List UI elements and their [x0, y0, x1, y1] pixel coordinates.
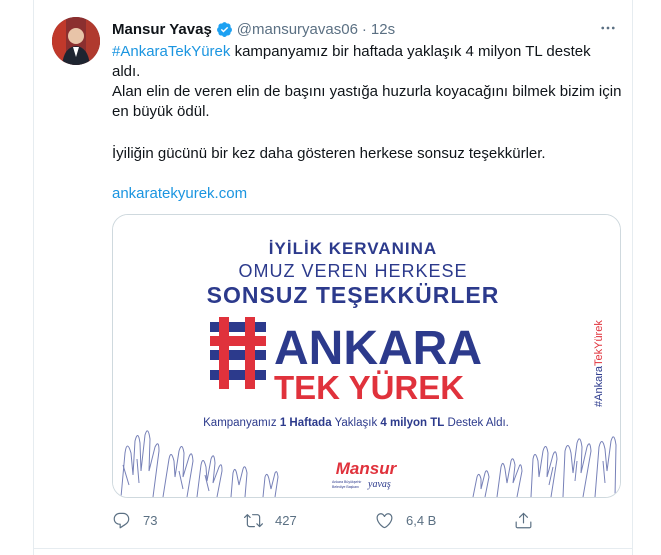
subtitle-c: Yaklaşık: [332, 417, 381, 429]
brand-tek-yurek: TEK YÜREK: [274, 369, 464, 406]
like-button[interactable]: 6,4 B: [375, 511, 436, 530]
side-hashtag: #AnkaraTekYürek: [593, 320, 605, 407]
card-subtitle: Kampanyamız 1 Haftada Yaklaşık 4 milyon …: [203, 417, 509, 429]
hashtag-link[interactable]: #AnkaraTekYürek: [112, 43, 230, 60]
share-button[interactable]: [514, 511, 533, 530]
side-hashtag-a: #Ankara: [593, 365, 605, 407]
brand-ankara: ANKARA: [274, 322, 482, 375]
subtitle-d: 4 milyon TL: [380, 417, 444, 429]
logo-small-2: Belediye Başkanı: [332, 485, 359, 489]
verified-badge-icon: [216, 21, 232, 37]
subtitle-e: Destek Aldı.: [444, 417, 509, 429]
logo-name: Mansur: [336, 459, 398, 478]
tweet-time[interactable]: 12s: [371, 21, 395, 38]
card-line-1: İYİLİK KERVANINA: [269, 239, 437, 258]
separator-dot: ·: [361, 20, 367, 38]
side-hashtag-text: #AnkaraTekYürek: [593, 320, 605, 407]
side-hashtag-b: TekYürek: [593, 320, 605, 366]
heart-icon: [376, 513, 393, 529]
subtitle-a: Kampanyamız: [203, 417, 280, 429]
media-card[interactable]: İYİLİK KERVANINA OMUZ VEREN HERKESE SONS…: [112, 214, 621, 498]
retweet-button[interactable]: 427: [244, 511, 297, 530]
subtitle-b: 1 Haftada: [280, 417, 332, 429]
tweet-url-link[interactable]: ankaratekyurek.com: [112, 184, 247, 204]
like-count: 6,4 B: [406, 513, 437, 528]
url-link-text[interactable]: ankaratekyurek.com: [112, 185, 247, 202]
author-handle[interactable]: @mansuryavas06: [237, 21, 358, 38]
tweet-actions: 73 427 6,4 B: [112, 511, 542, 533]
tweet-line-1: #AnkaraTekYürek kampanyamız bir haftada …: [112, 42, 622, 82]
tweet-paragraph-3: İyiliğin gücünü bir kez daha gösteren he…: [112, 145, 546, 162]
share-icon: [515, 512, 532, 529]
logo-small-1: Ankara Büyükşehir: [332, 480, 362, 484]
card-line-2: OMUZ VEREN HERKESE: [238, 261, 467, 281]
tweet-paragraph-2: Alan elin de veren elin de başını yastığ…: [112, 83, 622, 120]
author-name[interactable]: Mansur Yavaş: [112, 21, 212, 38]
more-options-icon[interactable]: [598, 18, 618, 38]
divider: [33, 548, 633, 549]
hashtag-symbol-icon: [210, 317, 266, 389]
avatar[interactable]: [52, 17, 100, 65]
reply-icon: [113, 512, 130, 529]
campaign-image: İYİLİK KERVANINA OMUZ VEREN HERKESE SONS…: [113, 215, 620, 497]
reply-button[interactable]: 73: [112, 511, 157, 530]
retweet-count: 427: [275, 513, 297, 528]
reply-count: 73: [143, 513, 158, 528]
retweet-icon: [244, 514, 263, 528]
logo-sub: yavaş: [367, 479, 391, 490]
card-line-3: SONSUZ TEŞEKKÜRLER: [207, 282, 500, 308]
tweet-header: Mansur Yavaş @mansuryavas06 · 12s: [112, 19, 395, 39]
